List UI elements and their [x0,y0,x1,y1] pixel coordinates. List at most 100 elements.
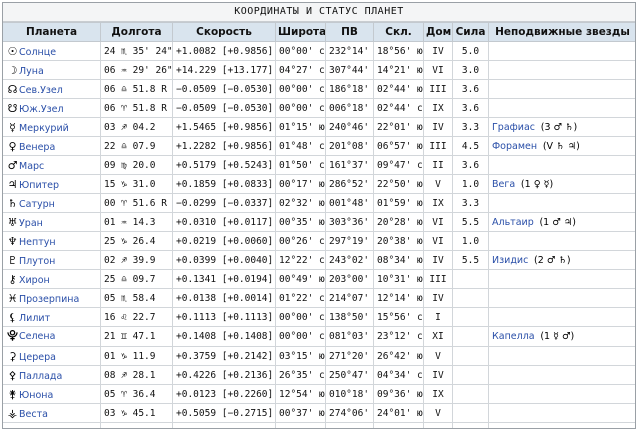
planet-cell: ☊ Сев.Узел [3,79,101,99]
fixed-star-cell: Изидис (2 ♂ ♄) [488,250,635,270]
speed-cell: +0.0219 [+0.0060] [172,231,276,251]
longitude-cell: 02 ♐ 39.9 [100,250,173,270]
planet-name-link[interactable]: Хирон [19,275,50,286]
latitude-cell: 00°35' ю [275,212,326,232]
fixed-star-aspect: (3 ♂ ♄) [540,121,578,133]
power-cell: 3.3 [452,117,489,137]
power-cell [452,403,489,423]
header-fixed-stars: Неподвижные звезды [488,22,635,42]
planet-name-link[interactable]: Марс [19,161,44,172]
planet-name-link[interactable]: Меркурий [19,123,69,134]
speed-cell: +0.1113 [+0.1113] [172,307,276,327]
speed-cell: +0.3759 [+0.2142] [172,346,276,366]
declination-cell: 15°56' с [373,307,424,327]
planet-name-link[interactable]: Юнона [19,390,53,401]
fixed-star-link[interactable]: Графиас [492,122,535,133]
declination-cell: 04°34' с [373,365,424,385]
table-row: ⚸ Лилит 16 ♌ 22.7 +0.1113 [+0.1113] 00°00' с… [3,307,635,327]
fixed-star-link[interactable]: Форамен [492,141,537,152]
fixed-star-aspect: (1 ♀ ☿) [520,178,554,190]
latitude-cell: 01°48' с [275,136,326,156]
planet-name-link[interactable]: Прозерпина [19,294,79,305]
speed-cell: +0.0310 [+0.0117] [172,212,276,232]
planet-name-link[interactable]: Церера [19,352,56,363]
fixed-star-link[interactable]: Изидис [492,255,528,266]
table-row: ☉ Солнце 24 ♏ 35' 24" +1.0082 [+0.9856] 00°0… [3,41,635,61]
fixed-star-link[interactable]: Капелла [492,331,535,342]
ra-cell: 006°18' [325,98,374,118]
proserpina-icon: ♓ [7,291,18,305]
declination-cell: 02°44' ю [373,79,424,99]
empty-cell [452,422,489,428]
house-cell: IV [423,250,453,270]
fixed-star-link[interactable]: Вега [492,179,515,190]
fixed-star-aspect: (2 ♂ ♄) [534,254,571,266]
planet-cell: ⚷ Хирон [3,269,101,289]
fixed-star-cell [488,288,635,308]
planet-name-link[interactable]: Луна [19,66,44,77]
ra-cell: 307°44' [325,60,374,80]
power-cell: 3.0 [452,60,489,80]
empty-cell [275,422,326,428]
longitude-cell: 03 ♐ 04.2 [100,117,173,137]
venus-icon: ♀ [8,139,17,153]
planet-name-link[interactable]: Лилит [19,313,50,324]
planet-name-link[interactable]: Веста [19,409,48,420]
uranus-icon: ♅ [7,215,18,229]
house-cell: III [423,269,453,289]
fixed-star-cell [488,98,635,118]
declination-cell: 26°42' ю [373,346,424,366]
power-cell: 1.0 [452,231,489,251]
house-cell: VI [423,231,453,251]
table-header-row: Планета Долгота Скорость Широта ПВ Скл. … [3,22,635,42]
fixed-star-cell [488,269,635,289]
power-cell [452,384,489,404]
planet-name-link[interactable]: Юж.Узел [19,104,64,115]
table-row: ♃ Юпитер 15 ♑ 31.0 +0.1859 [+0.0833] 00°17' … [3,174,635,194]
house-cell: II [423,155,453,175]
planet-name-link[interactable]: Юпитер [19,180,59,191]
declination-cell: 12°14' ю [373,288,424,308]
longitude-cell: 03 ♑ 45.1 [100,403,173,423]
empty-cell [325,422,374,428]
planet-name-link[interactable]: Паллада [19,371,62,382]
planet-cell: ☉ Солнце [3,41,101,61]
latitude-cell: 00°00' с [275,79,326,99]
planet-name-link[interactable]: Нептун [19,237,56,248]
latitude-cell: 00°00' с [275,41,326,61]
house-cell: III [423,136,453,156]
planet-name-link[interactable]: Уран [19,218,43,229]
ra-cell: 010°18' [325,384,374,404]
vesta-icon: ⚶ [7,406,18,420]
ra-cell: 297°19' [325,231,374,251]
latitude-cell: 00°26' с [275,231,326,251]
neptune-icon: ♆ [7,234,18,248]
speed-cell: +14.229 [+13.177] [172,60,276,80]
planet-name-link[interactable]: Солнце [19,47,56,58]
longitude-cell: 05 ♈ 36.4 [100,384,173,404]
planet-name-link[interactable]: Селена [19,331,55,342]
table-row: ⚶ Веста 03 ♑ 45.1 +0.5059 [−0.2715] 00°37' ю… [3,403,635,423]
planet-name-link[interactable]: Сев.Узел [19,85,63,96]
fixed-star-link[interactable]: Альтаир [492,217,534,228]
ra-cell: 214°07' [325,288,374,308]
longitude-cell: 06 ♈ 51.8 R [100,98,173,118]
planet-cell: ♃ Юпитер [3,174,101,194]
latitude-cell: 00°00' с [275,98,326,118]
longitude-cell: 01 ♒ 14.3 [100,212,173,232]
planet-cell: ⚶ Веста [3,403,101,423]
house-cell: IX [423,98,453,118]
longitude-cell: 01 ♑ 11.9 [100,346,173,366]
longitude-cell: 05 ♏ 58.4 [100,288,173,308]
planet-name-link[interactable]: Сатурн [19,199,55,210]
saturn-icon: ♄ [7,196,18,210]
table-row: ☋ Юж.Узел 06 ♈ 51.8 R −0.0509 [−0.0530] 00°0… [3,98,635,118]
fixed-star-cell [488,155,635,175]
planet-name-link[interactable]: Плутон [19,256,55,267]
power-cell: 5.0 [452,41,489,61]
planet-name-link[interactable]: Венера [19,142,55,153]
fixed-star-cell [488,403,635,423]
planet-cell: ♓ Прозерпина [3,288,101,308]
power-cell: 3.6 [452,98,489,118]
longitude-cell: 15 ♑ 31.0 [100,174,173,194]
